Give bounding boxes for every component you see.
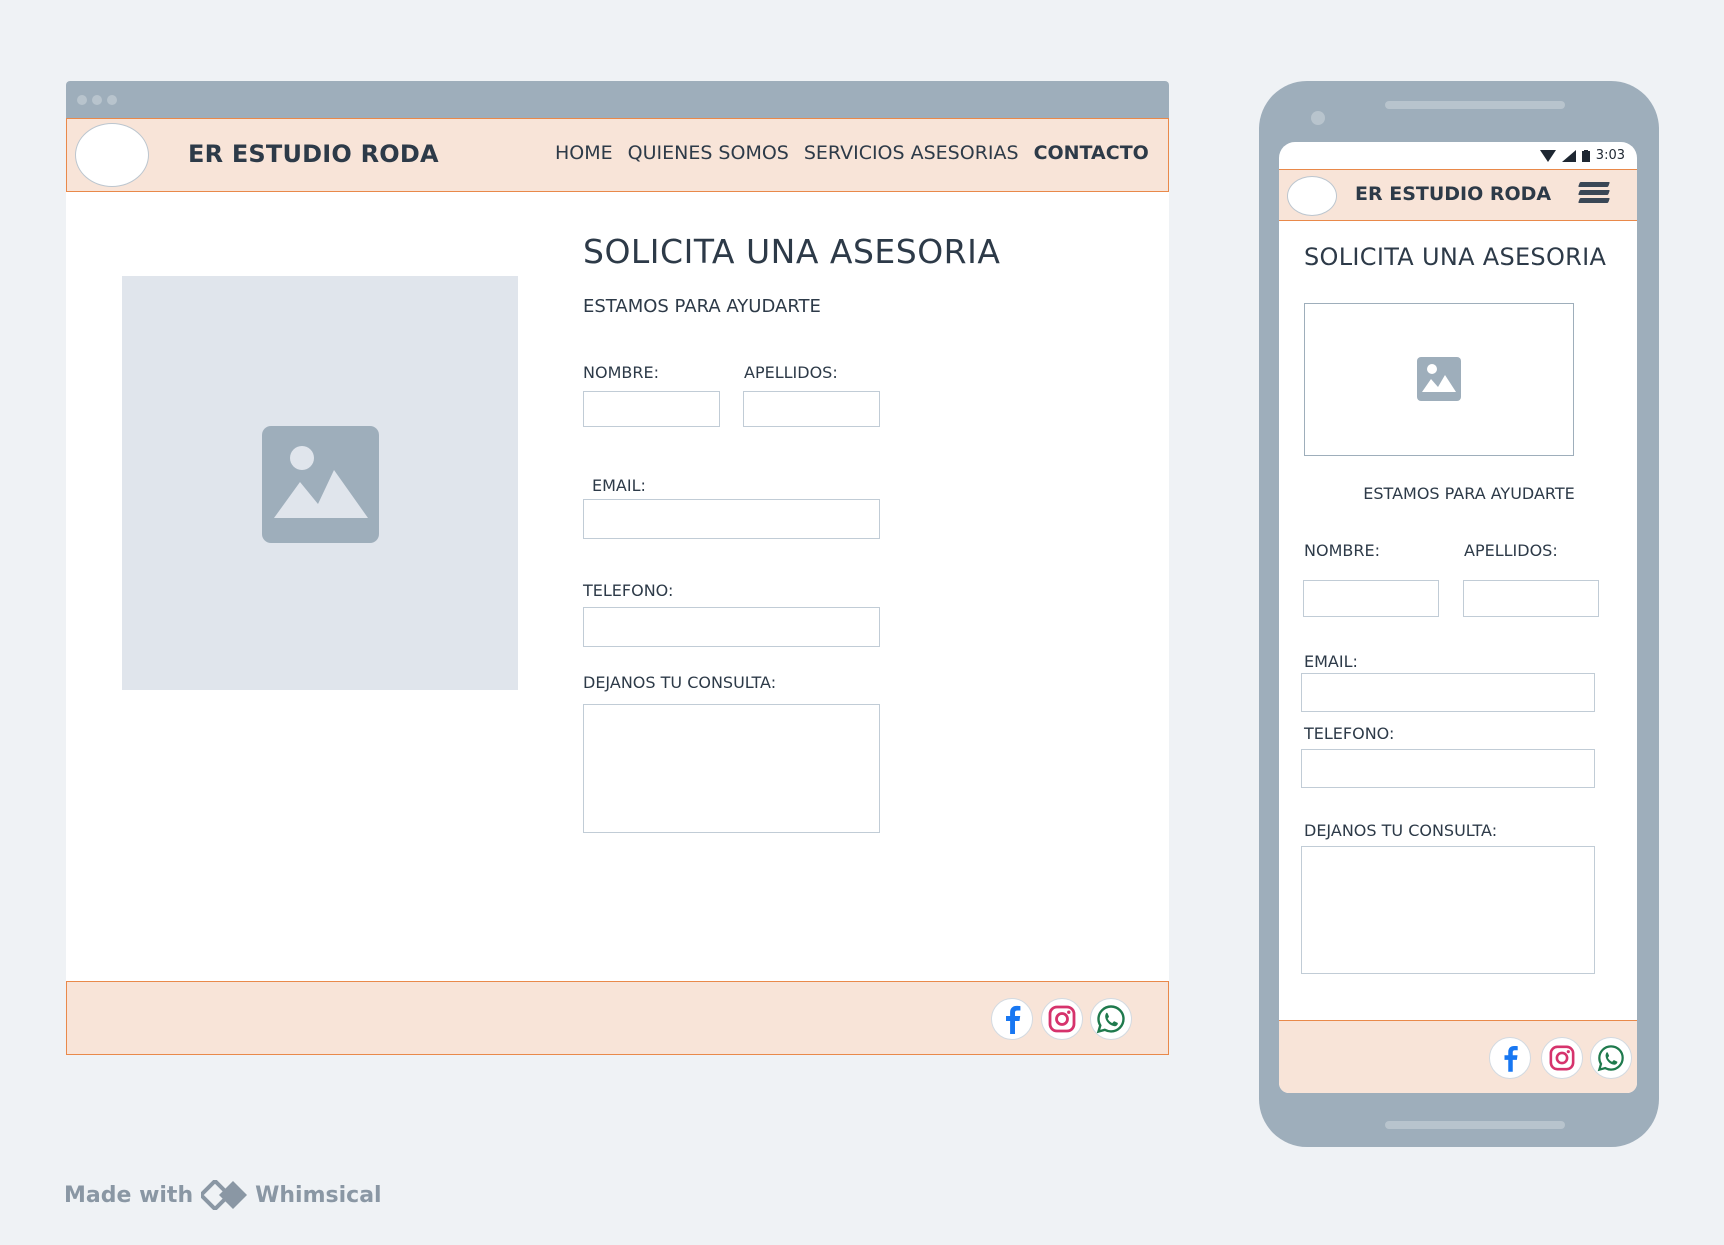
speaker-grille-bottom [1385,1121,1565,1129]
page-subtitle: ESTAMOS PARA AYUDARTE [1363,484,1575,503]
instagram-icon[interactable] [1041,998,1083,1040]
page-title: SOLICITA UNA ASESORIA [1304,243,1607,271]
consulta-label: DEJANOS TU CONSULTA: [1304,821,1498,840]
hamburger-icon[interactable] [1578,182,1613,210]
apellidos-label: APELLIDOS: [1464,541,1558,560]
nav-servicios-asesorias[interactable]: SERVICIOS ASESORIAS [804,142,1019,164]
nombre-label: NOMBRE: [583,363,659,382]
window-dot [107,95,117,105]
telefono-field[interactable] [1301,749,1595,788]
made-with-watermark: Made with Whimsical [64,1180,382,1210]
image-icon [1417,357,1461,401]
image-icon [262,426,379,543]
telefono-field[interactable] [583,607,880,647]
nav-contacto[interactable]: CONTACTO [1034,142,1149,164]
site-footer [66,981,1169,1055]
nav-home[interactable]: HOME [555,142,613,164]
speaker-grille [1385,101,1565,109]
email-label: EMAIL: [592,476,646,495]
apellidos-field[interactable] [1463,580,1599,617]
apellidos-label: APELLIDOS: [744,363,838,382]
apellidos-field[interactable] [743,391,880,427]
whatsapp-icon[interactable] [1590,1037,1632,1079]
page-title: SOLICITA UNA ASESORIA [583,232,1001,271]
browser-titlebar [66,81,1169,118]
email-field[interactable] [583,499,880,539]
nombre-field[interactable] [583,391,720,427]
window-dot [92,95,102,105]
image-placeholder [1304,303,1574,456]
facebook-icon[interactable] [1489,1037,1531,1079]
camera-dot [1311,111,1325,125]
mobile-footer [1279,1020,1637,1093]
signal-icon [1561,149,1576,162]
brand-name: ER ESTUDIO RODA [188,140,439,168]
desktop-browser-frame: ER ESTUDIO RODA HOME QUIENES SOMOS SERVI… [66,81,1169,1055]
mobile-device-frame: 3:03 ER ESTUDIO RODA SOLICITA UNA ASESOR… [1259,81,1659,1147]
whimsical-logo-icon [201,1180,248,1210]
nav-quienes-somos[interactable]: QUIENES SOMOS [628,142,789,164]
logo-placeholder[interactable] [75,123,149,187]
consulta-textarea[interactable] [1301,846,1595,974]
logo-placeholder[interactable] [1287,176,1337,216]
hero-image-placeholder [122,276,518,690]
whatsapp-icon[interactable] [1090,998,1132,1040]
facebook-icon[interactable] [991,998,1033,1040]
telefono-label: TELEFONO: [1304,724,1395,743]
mobile-screen: 3:03 ER ESTUDIO RODA SOLICITA UNA ASESOR… [1279,142,1637,1093]
email-field[interactable] [1301,673,1595,712]
instagram-icon[interactable] [1541,1037,1583,1079]
made-with-text: Made with [64,1182,194,1208]
consulta-label: DEJANOS TU CONSULTA: [583,673,777,692]
wifi-icon [1539,149,1556,162]
status-bar: 3:03 [1539,148,1625,163]
mobile-header: ER ESTUDIO RODA [1279,169,1637,221]
email-label: EMAIL: [1304,652,1358,671]
whimsical-brand-text: Whimsical [255,1182,382,1208]
page-subtitle: ESTAMOS PARA AYUDARTE [583,296,821,317]
consulta-textarea[interactable] [583,704,880,833]
battery-icon [1581,149,1590,162]
status-time: 3:03 [1595,148,1625,163]
nombre-label: NOMBRE: [1304,541,1380,560]
window-dot [77,95,87,105]
brand-name: ER ESTUDIO RODA [1355,183,1552,205]
site-header: ER ESTUDIO RODA HOME QUIENES SOMOS SERVI… [66,118,1169,192]
nombre-field[interactable] [1303,580,1439,617]
main-nav: HOME QUIENES SOMOS SERVICIOS ASESORIAS C… [555,142,1149,164]
telefono-label: TELEFONO: [583,581,674,600]
